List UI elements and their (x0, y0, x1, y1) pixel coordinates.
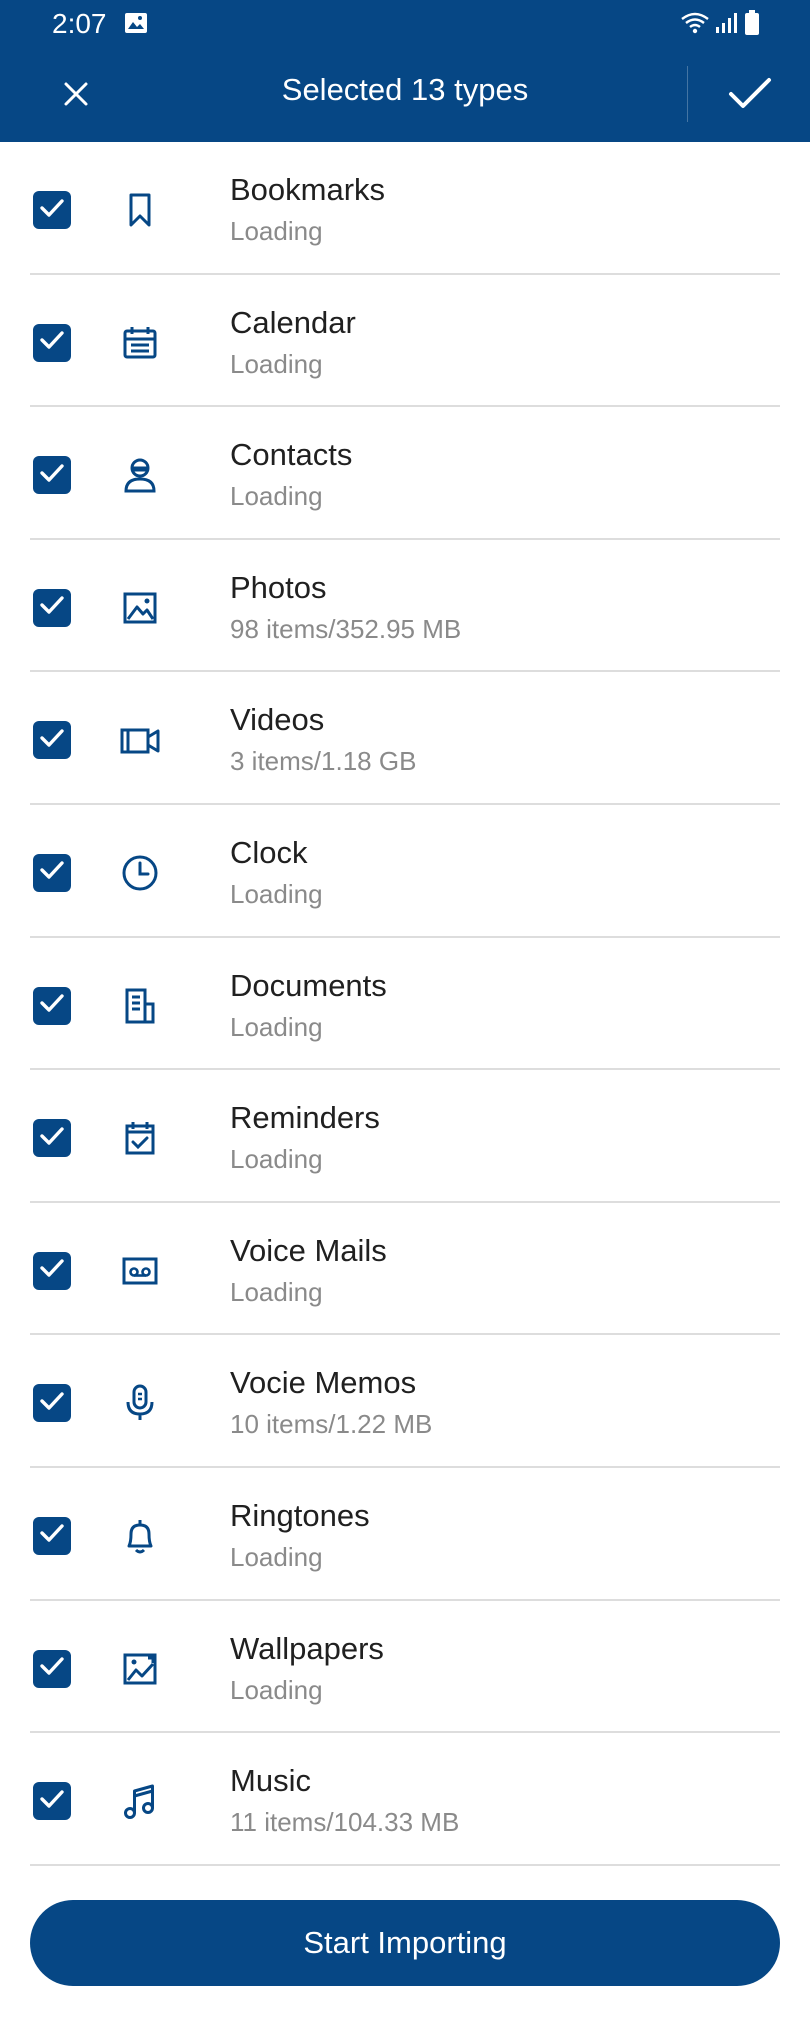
checkmark-icon (39, 992, 65, 1019)
page-title: Selected 13 types (281, 72, 529, 107)
list-item-reminders[interactable]: Reminders Loading (0, 1070, 810, 1203)
item-detail: Loading (230, 216, 323, 246)
reminder-icon (116, 1118, 164, 1158)
wifi-icon (680, 11, 710, 40)
item-name: Vocie Memos (230, 1365, 417, 1401)
list-item-videos[interactable]: Videos 3 items/1.18 GB (0, 672, 810, 805)
list-item-ringtones[interactable]: Ringtones Loading (0, 1468, 810, 1601)
item-name: Wallpapers (230, 1630, 384, 1666)
checkbox[interactable] (33, 721, 71, 760)
calendar-icon (116, 323, 164, 363)
checkmark-icon (39, 1788, 65, 1815)
divider (30, 1863, 780, 1866)
signal-icon (714, 11, 740, 40)
music-note-icon (116, 1781, 164, 1821)
checkmark-icon (39, 1257, 65, 1284)
item-detail: 10 items/1.22 MB (230, 1409, 433, 1440)
item-name: Clock (230, 834, 308, 870)
item-name: Calendar (230, 304, 356, 340)
checkmark-icon (39, 594, 65, 621)
item-detail: 11 items/104.33 MB (230, 1807, 460, 1838)
checkmark-icon (39, 329, 65, 356)
item-name: Voice Mails (230, 1232, 387, 1268)
checkbox[interactable] (33, 1384, 71, 1423)
system-icons (680, 10, 760, 41)
checkmark-icon (39, 1125, 65, 1152)
voicemail-icon (116, 1251, 164, 1291)
checkbox[interactable] (33, 1782, 71, 1821)
checkmark-icon (39, 197, 65, 224)
checkbox[interactable] (33, 456, 71, 495)
confirm-button[interactable] (724, 70, 776, 122)
gallery-notification-icon (124, 12, 148, 39)
checkmark-icon (39, 1655, 65, 1682)
checkbox[interactable] (33, 191, 71, 229)
bookmark-icon (116, 190, 164, 230)
item-name: Bookmarks (230, 172, 386, 207)
list-item-voice-mails[interactable]: Voice Mails Loading (0, 1203, 810, 1336)
checkbox[interactable] (33, 986, 71, 1025)
checkmark-icon (39, 1390, 65, 1417)
checkbox[interactable] (33, 853, 71, 892)
start-importing-button[interactable]: Start Importing (30, 1900, 780, 1986)
item-detail: 3 items/1.18 GB (230, 746, 417, 777)
checkmark-icon (39, 727, 65, 754)
contact-icon (116, 455, 164, 495)
toolbar-divider (687, 66, 688, 122)
list-item-clock[interactable]: Clock Loading (0, 805, 810, 938)
data-type-list: Bookmarks Loading Calendar Loading Contacts L… (0, 142, 810, 1866)
item-name: Ringtones (230, 1497, 370, 1533)
list-item-bookmarks[interactable]: Bookmarks Loading (0, 142, 810, 275)
item-name: Documents (230, 967, 387, 1003)
item-detail: Loading (230, 1541, 323, 1572)
app-bar: 2:07 Selected 13 types (0, 0, 810, 142)
microphone-icon (116, 1383, 164, 1423)
item-detail: Loading (230, 878, 323, 909)
item-name: Contacts (230, 437, 353, 473)
checkbox[interactable] (33, 323, 71, 362)
clock-icon (116, 853, 164, 893)
list-item-documents[interactable]: Documents Loading (0, 938, 810, 1071)
status-time: 2:07 (52, 8, 107, 39)
item-name: Photos (230, 569, 327, 605)
wallpaper-icon (116, 1649, 164, 1689)
checkbox[interactable] (33, 1516, 71, 1555)
battery-icon (744, 10, 760, 41)
checkbox[interactable] (33, 588, 71, 627)
item-detail: Loading (230, 1011, 323, 1042)
document-icon (116, 986, 164, 1026)
checkbox[interactable] (33, 1251, 71, 1290)
checkmark-icon (728, 77, 772, 116)
status-bar: 2:07 (0, 0, 810, 46)
list-item-music[interactable]: Music 11 items/104.33 MB (0, 1733, 810, 1866)
item-detail: Loading (230, 348, 323, 379)
item-name: Music (230, 1763, 311, 1799)
list-item-vocie-memos[interactable]: Vocie Memos 10 items/1.22 MB (0, 1335, 810, 1468)
video-icon (116, 720, 164, 760)
checkmark-icon (39, 859, 65, 886)
checkmark-icon (39, 462, 65, 489)
list-item-wallpapers[interactable]: Wallpapers Loading (0, 1601, 810, 1734)
list-item-calendar[interactable]: Calendar Loading (0, 275, 810, 408)
checkbox[interactable] (33, 1649, 71, 1688)
item-detail: Loading (230, 1144, 323, 1175)
bell-icon (116, 1516, 164, 1556)
toolbar: Selected 13 types (0, 46, 810, 142)
checkbox[interactable] (33, 1119, 71, 1158)
item-name: Reminders (230, 1100, 380, 1136)
list-item-photos[interactable]: Photos 98 items/352.95 MB (0, 540, 810, 673)
list-item-contacts[interactable]: Contacts Loading (0, 407, 810, 540)
checkmark-icon (39, 1522, 65, 1549)
item-name: Videos (230, 702, 325, 738)
item-detail: Loading (230, 1674, 323, 1705)
item-detail: 98 items/352.95 MB (230, 613, 462, 644)
item-detail: Loading (230, 481, 323, 512)
photo-icon (116, 588, 164, 628)
item-detail: Loading (230, 1276, 323, 1307)
